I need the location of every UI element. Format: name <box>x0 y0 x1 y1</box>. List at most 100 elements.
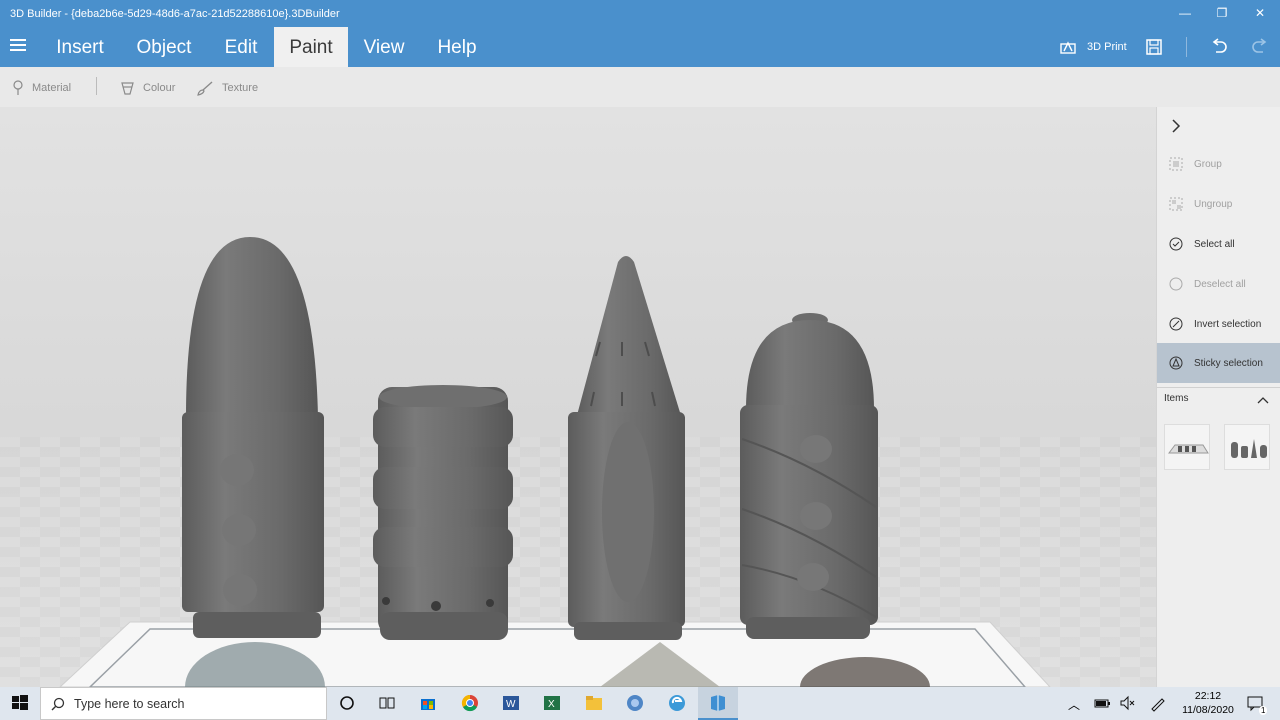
panel-divider <box>1157 387 1280 388</box>
search-icon <box>51 697 65 710</box>
chevron-up-icon[interactable] <box>1257 396 1269 404</box>
cylinder-ring <box>373 407 513 447</box>
close-button[interactable]: ✕ <box>1245 4 1275 22</box>
capsule-base <box>746 617 870 639</box>
bullet-1-dimple <box>222 514 256 546</box>
item-thumbnail-2[interactable] <box>1224 424 1270 470</box>
texture-tool[interactable]: Texture <box>196 80 258 96</box>
notification-count: 1 <box>1259 706 1268 715</box>
bullet-1-base <box>193 612 321 638</box>
3d-builder-taskbar-button[interactable] <box>698 687 738 720</box>
rocket-panel <box>602 422 654 602</box>
tab-view[interactable]: View <box>356 27 412 67</box>
file-explorer-icon[interactable] <box>584 693 604 713</box>
store-icon[interactable] <box>418 693 438 713</box>
battery-icon[interactable] <box>1092 693 1112 713</box>
material-label: Material <box>32 82 72 94</box>
tab-object[interactable]: Object <box>128 27 200 67</box>
maximize-button[interactable]: ❐ <box>1207 4 1237 22</box>
speaker-muted-icon[interactable] <box>1118 693 1138 713</box>
invert-selection-button[interactable]: Invert selection <box>1157 305 1280 343</box>
hamburger-menu-icon[interactable] <box>10 39 26 53</box>
tab-edit[interactable]: Edit <box>216 27 266 67</box>
chrome-icon[interactable] <box>460 693 480 713</box>
capsule-dimple <box>800 435 832 463</box>
deselect-all-button[interactable]: Deselect all <box>1157 265 1280 303</box>
deselect-all-icon <box>1169 277 1183 291</box>
undo-icon[interactable] <box>1210 38 1228 54</box>
plate-thumbnail-icon <box>1168 444 1209 454</box>
paint-bucket-icon <box>121 82 134 95</box>
invert-selection-icon <box>1169 317 1183 331</box>
menu-divider <box>1186 37 1187 57</box>
title-bar: 3D Builder - {deba2b6e-5d29-48d6-a7ac-21… <box>0 0 1280 27</box>
bullet-1-dimple <box>220 454 254 486</box>
show-hidden-icons[interactable]: ︿ <box>1068 696 1080 713</box>
sticky-selection-button[interactable]: Sticky selection <box>1157 343 1280 383</box>
paint-toolbar: Material Colour Texture <box>0 67 1280 107</box>
word-icon[interactable]: W <box>501 693 521 713</box>
capsule-model[interactable] <box>740 313 878 639</box>
3d-print-button[interactable]: 3D Print <box>1058 27 1128 67</box>
excel-icon[interactable]: X <box>542 693 562 713</box>
sticky-selection-icon <box>1169 356 1183 370</box>
windows-start-icon[interactable] <box>10 693 30 713</box>
select-all-label: Select all <box>1194 238 1235 250</box>
chevron-right-icon[interactable] <box>1171 119 1181 133</box>
clock-date: 11/08/2020 <box>1182 704 1234 716</box>
minimize-button[interactable]: — <box>1170 4 1200 22</box>
material-icon <box>13 80 23 95</box>
ribbed-cylinder-model[interactable] <box>373 385 513 640</box>
colour-label: Colour <box>143 82 176 94</box>
material-tool[interactable]: Material <box>12 80 71 96</box>
tab-paint[interactable]: Paint <box>274 27 348 67</box>
pen-icon[interactable] <box>1148 693 1168 713</box>
selection-panel: Group Ungroup Select all Deselect all In… <box>1156 107 1280 687</box>
ribbon-menu: Insert Object Edit Paint View Help 3D Pr… <box>0 27 1280 67</box>
cylinder-ring <box>373 467 513 509</box>
items-label: Items <box>1164 393 1189 404</box>
capsule-dimple <box>800 502 832 530</box>
cylinder-hole <box>431 601 441 611</box>
cylinder-ring <box>373 527 513 567</box>
edge-icon[interactable] <box>667 693 687 713</box>
group-icon <box>1169 157 1183 171</box>
task-view-icon[interactable] <box>377 693 397 713</box>
select-all-icon <box>1169 237 1183 251</box>
bullets-thumbnail-icon <box>1231 439 1267 458</box>
cone-rocket-model[interactable] <box>568 256 685 640</box>
ungroup-label: Ungroup <box>1194 198 1233 210</box>
scene-canvas[interactable] <box>0 107 1156 687</box>
group-button[interactable]: Group <box>1157 145 1280 183</box>
rocket-cone <box>576 256 682 419</box>
system-clock[interactable]: 22:12 11/08/2020 <box>1178 689 1238 717</box>
cylinder-top <box>379 385 507 409</box>
ungroup-icon <box>1169 197 1183 211</box>
cortana-icon[interactable] <box>337 693 357 713</box>
tab-help[interactable]: Help <box>428 27 486 67</box>
ungroup-button[interactable]: Ungroup <box>1157 185 1280 223</box>
cylinder-base <box>380 612 508 640</box>
app-window: 3D Builder - {deba2b6e-5d29-48d6-a7ac-21… <box>0 0 1280 720</box>
search-placeholder: Type here to search <box>74 696 185 711</box>
redo-icon[interactable] <box>1251 38 1269 54</box>
tab-insert[interactable]: Insert <box>48 27 112 67</box>
save-icon[interactable] <box>1146 39 1162 55</box>
3d-viewport[interactable] <box>0 107 1156 687</box>
toolbar-separator <box>96 77 97 95</box>
rocket-base <box>574 622 682 640</box>
texture-label: Texture <box>222 82 259 94</box>
windows-taskbar: Type here to search W X ︿ 22:12 11/08/20… <box>0 687 1280 720</box>
cylinder-hole <box>486 599 494 607</box>
svg-text:X: X <box>548 699 555 710</box>
deselect-all-label: Deselect all <box>1194 278 1246 290</box>
bullet-model-1[interactable] <box>182 237 324 638</box>
colour-tool[interactable]: Colour <box>120 80 175 96</box>
taskbar-search[interactable]: Type here to search <box>40 687 327 720</box>
sticky-selection-label: Sticky selection <box>1194 357 1263 369</box>
item-thumbnail-1[interactable] <box>1164 424 1210 470</box>
chromium-icon[interactable] <box>625 693 645 713</box>
bullet-1-tip <box>186 237 318 417</box>
select-all-button[interactable]: Select all <box>1157 225 1280 263</box>
clock-time: 22:12 <box>1194 690 1222 702</box>
